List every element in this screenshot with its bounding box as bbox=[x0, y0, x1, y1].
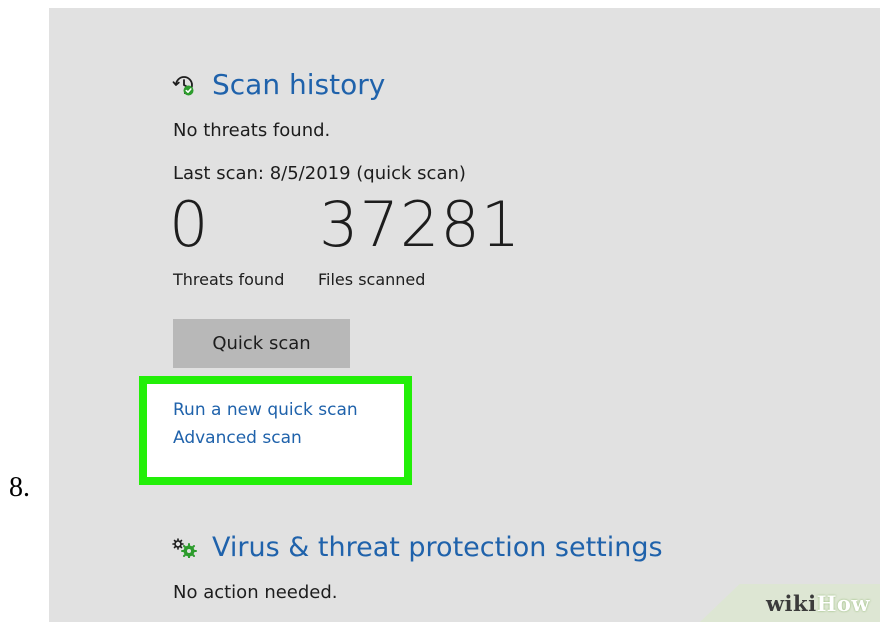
gears-icon bbox=[172, 537, 197, 558]
settings-title: Virus & threat protection settings bbox=[212, 532, 663, 563]
threats-found-label: Threats found bbox=[173, 270, 285, 289]
files-scanned-count: 37281 bbox=[319, 188, 522, 261]
quick-scan-button[interactable]: Quick scan bbox=[173, 319, 350, 368]
scan-status-text: No threats found. bbox=[173, 120, 331, 141]
threats-found-count: 0 bbox=[169, 188, 210, 261]
run-new-quick-scan-link[interactable]: Run a new quick scan bbox=[173, 400, 358, 420]
last-scan-text: Last scan: 8/5/2019 (quick scan) bbox=[173, 163, 466, 184]
watermark-text: wikiHow bbox=[766, 591, 870, 616]
settings-status-text: No action needed. bbox=[173, 582, 338, 603]
files-scanned-label: Files scanned bbox=[318, 270, 426, 289]
watermark-how: How bbox=[816, 591, 870, 616]
defender-panel: Scan history No threats found. Last scan… bbox=[49, 8, 880, 622]
scan-history-title: Scan history bbox=[212, 68, 386, 101]
advanced-scan-link[interactable]: Advanced scan bbox=[173, 428, 302, 448]
scan-history-header: Scan history bbox=[172, 68, 385, 101]
step-number: 8. bbox=[9, 472, 30, 503]
watermark-wiki: wiki bbox=[765, 591, 817, 616]
clock-history-icon bbox=[172, 75, 194, 95]
settings-header: Virus & threat protection settings bbox=[172, 532, 663, 563]
wikihow-watermark: wikiHow bbox=[700, 584, 880, 622]
